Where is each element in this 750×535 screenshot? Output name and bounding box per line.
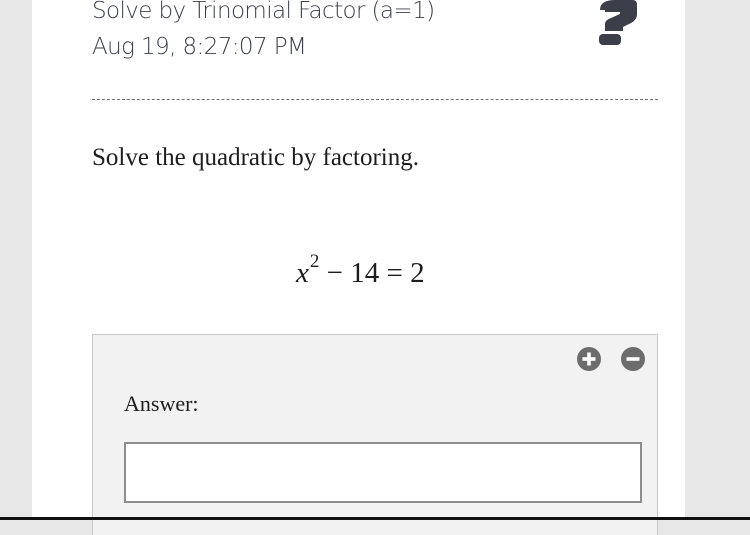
minus-circle-icon[interactable] — [621, 347, 645, 371]
answer-input[interactable] — [124, 442, 642, 503]
answer-label: Answer: — [124, 391, 199, 416]
question-mark-icon[interactable] — [595, 0, 640, 46]
equation-variable: x — [296, 257, 309, 289]
problem-prompt: Solve the quadratic by factoring. — [92, 144, 419, 171]
problem-equation: x2 − 14 = 2 — [296, 252, 425, 290]
plus-circle-icon[interactable] — [577, 347, 601, 371]
assignment-title: Solve by Trinomial Factor (a=1) — [92, 0, 435, 24]
equation-exponent: 2 — [309, 251, 320, 273]
assignment-timestamp: Aug 19, 8:27:07 PM — [92, 34, 307, 60]
equation-rest: − 14 = 2 — [319, 257, 425, 289]
answer-panel — [92, 334, 658, 535]
section-divider — [92, 99, 658, 100]
